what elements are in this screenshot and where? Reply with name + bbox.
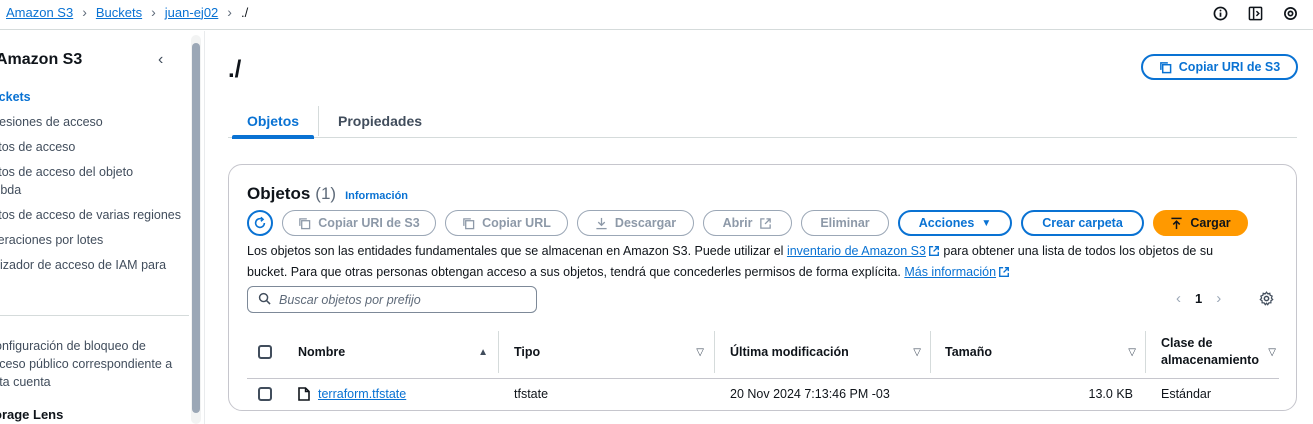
sidebar-item-access-grants[interactable]: Concesiones de acceso — [0, 113, 158, 131]
external-link-icon — [998, 265, 1010, 284]
copy-icon — [462, 217, 475, 230]
collapse-icon[interactable]: ‹ — [158, 51, 163, 69]
sort-icon[interactable]: ▽ — [1268, 347, 1276, 358]
sidebar-divider — [0, 315, 189, 316]
sidebar-item-object-lambda[interactable]: Puntos de acceso del objeto Lambda — [0, 163, 144, 199]
external-link-icon — [759, 217, 772, 230]
settings-icon[interactable] — [1282, 5, 1299, 22]
search-field[interactable] — [247, 286, 537, 313]
file-icon — [298, 387, 310, 401]
sort-icon[interactable]: ▽ — [1128, 347, 1136, 358]
gear-icon[interactable] — [1259, 291, 1274, 309]
caret-down-icon: ▼ — [981, 217, 992, 229]
copy-s3-uri-button[interactable]: Copiar URI de S3 — [1141, 54, 1298, 80]
breadcrumb-current: ./ — [240, 4, 249, 20]
copy-icon — [1159, 61, 1172, 74]
chevron-right-icon: › — [227, 4, 232, 20]
objects-description: Los objetos son las entidades fundamenta… — [247, 242, 1247, 284]
download-icon — [595, 217, 608, 230]
objects-panel: Objetos (1) Información Copiar URI de S3… — [228, 164, 1297, 411]
column-storage-class[interactable]: Clase de almacenamiento ▽ — [1161, 325, 1276, 379]
objects-count: (1) — [315, 184, 337, 203]
select-all-checkbox[interactable] — [258, 325, 278, 379]
info-link[interactable]: Información — [345, 190, 408, 202]
tabs: Objetos Propiedades — [228, 104, 1297, 139]
sidebar-title: Amazon S3 — [0, 51, 83, 68]
chevron-right-icon: › — [82, 4, 87, 20]
external-link-icon — [928, 244, 940, 263]
upload-icon — [1170, 217, 1183, 230]
info-icon[interactable] — [1212, 5, 1229, 22]
sidebar-section-storage-lens[interactable]: Storage Lens — [0, 407, 63, 422]
actions-dropdown[interactable]: Acciones ▼ — [898, 210, 1012, 236]
pagination: ‹ 1 › — [1176, 290, 1221, 307]
object-storage-class: Estándar — [1161, 387, 1212, 401]
delete-button[interactable]: Eliminar — [801, 210, 889, 236]
copy-url-button[interactable]: Copiar URL — [445, 210, 568, 236]
row-checkbox[interactable] — [258, 380, 272, 408]
page-number[interactable]: 1 — [1195, 291, 1202, 306]
column-type[interactable]: Tipo ▽ — [514, 325, 704, 379]
copy-uri-button[interactable]: Copiar URI de S3 — [282, 210, 436, 236]
page-title: ./ — [228, 56, 242, 83]
sort-ascending-icon[interactable]: ▲ — [478, 347, 488, 358]
sidebar-item-iam-analyzer[interactable]: Analizador de acceso de IAM para S3 — [0, 256, 180, 292]
sidebar-scrollbar[interactable] — [191, 35, 201, 424]
table-header: Nombre ▲ Tipo ▽ Última modificación ▽ Ta… — [247, 325, 1279, 379]
breadcrumb: Amazon S3 › Buckets › juan-ej02 › ./ — [6, 4, 248, 20]
sidebar-item-buckets[interactable]: Buckets — [0, 88, 170, 106]
sidebar-item-multi-region[interactable]: Puntos de acceso de varias regiones — [0, 206, 186, 224]
column-size[interactable]: Tamaño ▽ — [945, 325, 1136, 379]
refresh-icon[interactable] — [247, 210, 273, 236]
object-name-link[interactable]: terraform.tfstate — [318, 387, 406, 401]
chevron-right-icon: › — [151, 4, 156, 20]
objects-toolbar: Copiar URI de S3 Copiar URL Descargar Ab… — [247, 210, 1248, 236]
copy-s3-uri-label: Copiar URI de S3 — [1178, 60, 1281, 74]
objects-heading: Objetos — [247, 184, 311, 203]
upload-button[interactable]: Cargar — [1153, 210, 1248, 236]
column-name[interactable]: Nombre ▲ — [298, 325, 488, 379]
sidebar: Amazon S3 ‹ Buckets Concesiones de acces… — [0, 31, 205, 424]
inventory-link[interactable]: inventario de Amazon S3 — [787, 244, 926, 258]
create-folder-button[interactable]: Crear carpeta — [1021, 210, 1144, 236]
sidebar-item-block-public-access[interactable]: Configuración de bloqueo de acceso públi… — [0, 337, 176, 391]
sort-icon[interactable]: ▽ — [913, 347, 921, 358]
download-button[interactable]: Descargar — [577, 210, 694, 236]
sidebar-item-access-points[interactable]: Puntos de acceso — [0, 138, 164, 156]
object-type: tfstate — [514, 387, 549, 401]
next-page-icon[interactable]: › — [1216, 290, 1221, 307]
top-bar: Amazon S3 › Buckets › juan-ej02 › ./ — [0, 0, 1313, 30]
breadcrumb-amazon-s3[interactable]: Amazon S3 — [6, 5, 73, 20]
object-last-modified: 20 Nov 2024 7:13:46 PM -03 — [730, 387, 890, 401]
search-input[interactable] — [279, 292, 519, 307]
sidebar-item-batch-operations[interactable]: Operaciones por lotes — [0, 231, 169, 249]
tab-propiedades[interactable]: Propiedades — [328, 104, 432, 138]
breadcrumb-bucket[interactable]: juan-ej02 — [165, 5, 219, 20]
column-last-modified[interactable]: Última modificación ▽ — [730, 325, 921, 379]
prev-page-icon[interactable]: ‹ — [1176, 290, 1181, 307]
tab-objetos[interactable]: Objetos — [232, 104, 314, 139]
more-info-link[interactable]: Más información — [904, 265, 996, 279]
search-icon — [258, 292, 271, 308]
open-button[interactable]: Abrir — [703, 210, 792, 236]
table-row: terraform.tfstate tfstate 20 Nov 2024 7:… — [247, 380, 1279, 408]
copy-icon — [298, 217, 311, 230]
object-size: 13.0 KB — [1088, 387, 1133, 401]
panel-icon[interactable] — [1247, 5, 1264, 22]
breadcrumb-buckets[interactable]: Buckets — [96, 5, 142, 20]
sort-icon[interactable]: ▽ — [696, 347, 704, 358]
